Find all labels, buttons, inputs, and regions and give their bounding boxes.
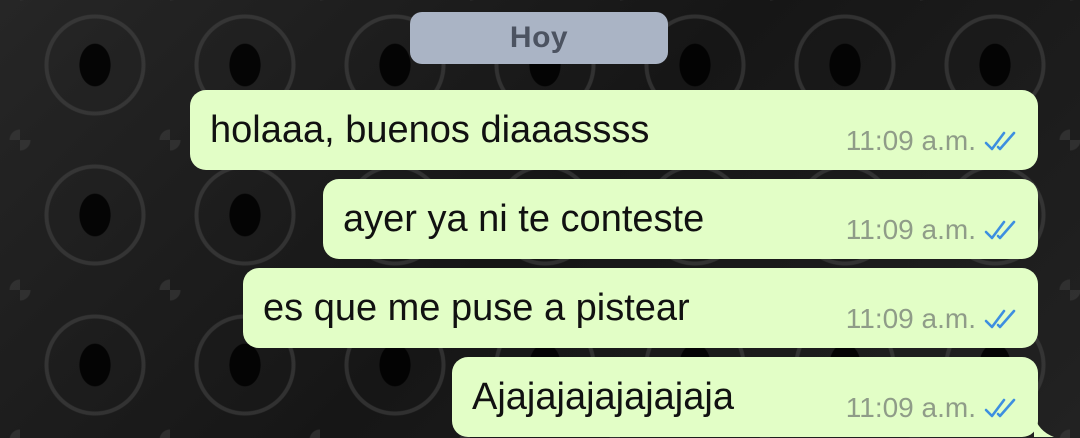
message-meta: 11:09 a.m.	[846, 303, 1022, 335]
message-meta: 11:09 a.m.	[846, 125, 1022, 157]
message-text: es que me puse a pistear	[263, 286, 690, 329]
message-time: 11:09 a.m.	[845, 392, 976, 423]
message-bubble[interactable]: Ajajajajajajajaja 11:09 a.m.	[452, 357, 1054, 437]
bubble-tail	[1034, 415, 1054, 437]
message-meta: 11:09 a.m.	[846, 392, 1022, 424]
message-bubble[interactable]: es que me puse a pistear 11:09 a.m.	[243, 268, 1038, 348]
message-meta: 11:09 a.m.	[846, 214, 1022, 246]
message-text: Ajajajajajajajaja	[472, 375, 734, 418]
message-time: 11:09 a.m.	[845, 303, 976, 334]
message-bubble[interactable]: holaaa, buenos diaaassss 11:09 a.m.	[190, 90, 1038, 170]
message-bubble[interactable]: ayer ya ni te conteste 11:09 a.m.	[323, 179, 1038, 259]
double-check-read-icon	[984, 398, 1016, 418]
double-check-read-icon	[984, 131, 1016, 151]
message-time: 11:09 a.m.	[845, 214, 976, 245]
message-text: ayer ya ni te conteste	[343, 197, 705, 240]
date-separator: Hoy	[410, 12, 668, 64]
double-check-read-icon	[984, 220, 1016, 240]
double-check-read-icon	[984, 309, 1016, 329]
message-text: holaaa, buenos diaaassss	[210, 108, 650, 151]
message-time: 11:09 a.m.	[845, 125, 976, 156]
